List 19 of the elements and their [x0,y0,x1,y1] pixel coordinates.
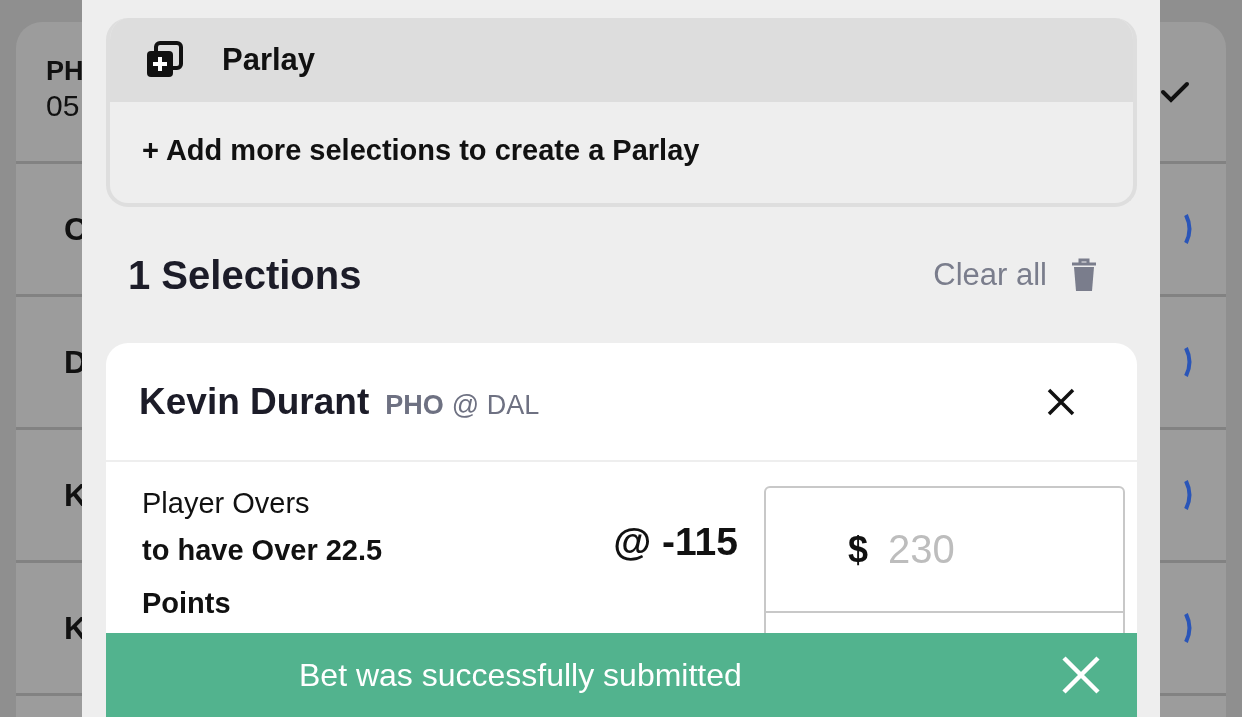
selections-heading: 1 Selections [128,252,362,298]
stake-input[interactable]: 230 [888,519,1069,580]
market-name: Player Overs [142,486,311,521]
match-date: 05 [46,89,81,123]
parlay-title: Parlay [222,42,316,78]
close-icon [1061,655,1101,695]
toast-message: Bet was successfully submitted [299,656,742,694]
close-icon [1047,387,1075,416]
player-name: Kevin Durant [139,380,370,423]
parlay-message: + Add more selections to create a Parlay [141,133,701,168]
team-code: PHO [385,389,444,421]
stacked-plus-icon [144,40,184,80]
outcome-text: to have Over 22.5 Points [142,533,384,621]
match-title: PH [46,56,84,87]
odds-value: @ -115 [612,519,739,564]
trash-icon [1071,258,1097,292]
clear-all-link[interactable]: Clear all [933,257,1047,293]
currency-sign: $ [848,528,869,571]
matchup-text: @ DAL [451,389,540,421]
